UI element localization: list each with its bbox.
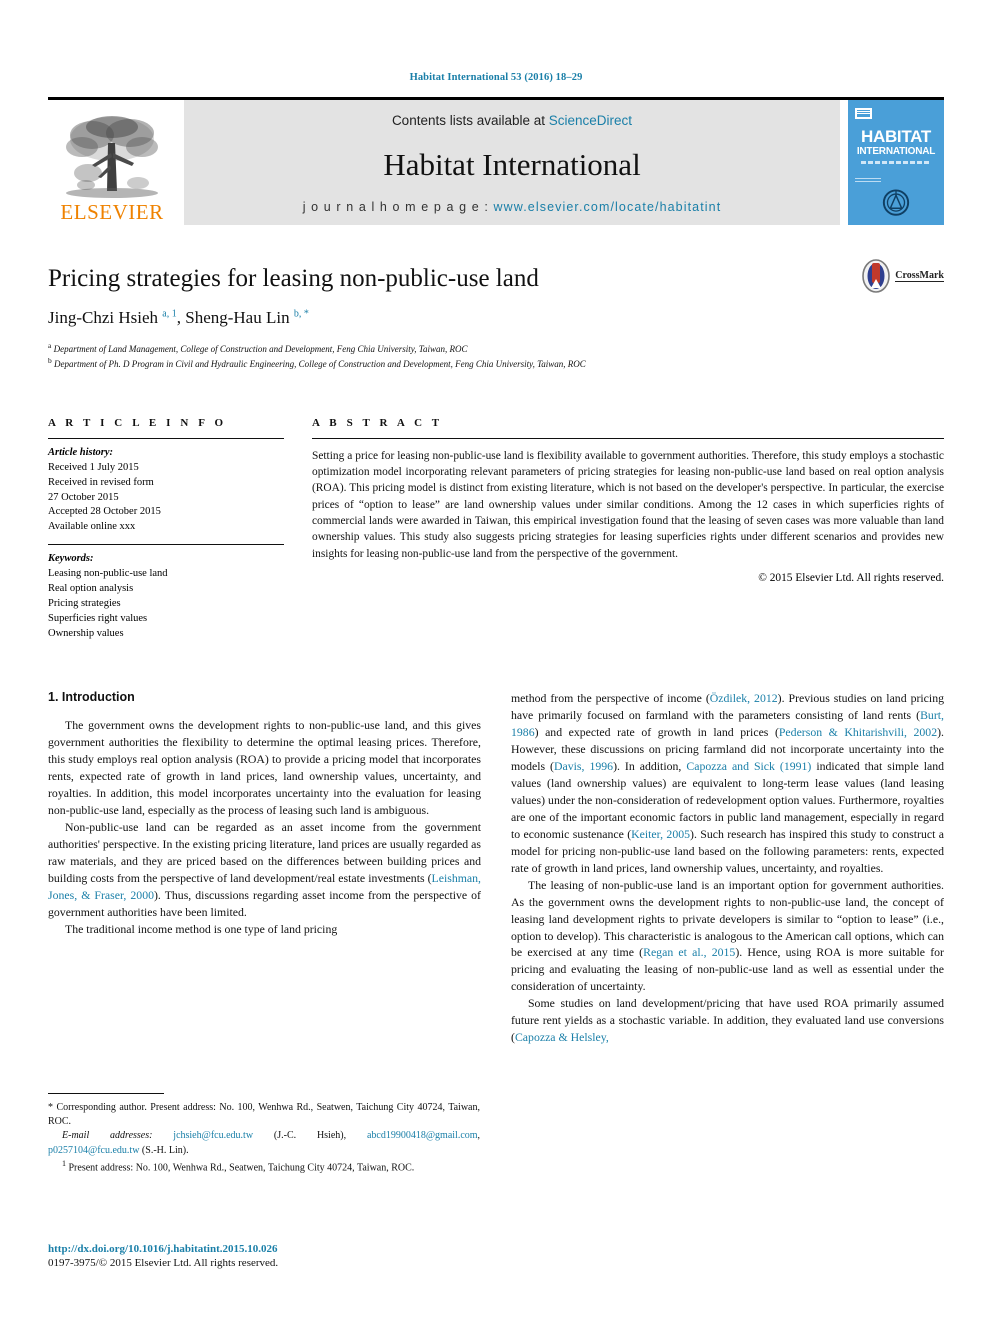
abstract-copyright: © 2015 Elsevier Ltd. All rights reserved… bbox=[758, 571, 944, 584]
keyword-item: Ownership values bbox=[48, 627, 124, 639]
citation-link[interactable]: Davis, 1996 bbox=[554, 759, 613, 773]
contents-available-line: Contents lists available at ScienceDirec… bbox=[392, 113, 632, 128]
citation-link[interactable]: Özdilek, 2012 bbox=[710, 691, 778, 705]
email-addresses-label: E-mail addresses: bbox=[62, 1130, 153, 1142]
footnote-present-address: 1 Present address: No. 100, Wenhwa Rd., … bbox=[48, 1158, 480, 1176]
affiliation-b: b Department of Ph. D Program in Civil a… bbox=[48, 355, 586, 369]
body-columns: 1. Introduction The government owns the … bbox=[48, 690, 944, 1047]
affiliation-list: a Department of Land Management, College… bbox=[48, 341, 944, 371]
keyword-item: Real option analysis bbox=[48, 583, 134, 595]
elsevier-logo[interactable]: ELSEVIER bbox=[48, 100, 176, 225]
journal-homepage-line: j o u r n a l h o m e p a g e : www.else… bbox=[303, 200, 722, 214]
citation-link[interactable]: Capozza and Sick (1991) bbox=[686, 759, 811, 773]
page-title: Pricing strategies for leasing non-publi… bbox=[48, 265, 539, 292]
affiliation-a-text: Department of Land Management, College o… bbox=[53, 343, 468, 354]
affiliation-a: a Department of Land Management, College… bbox=[48, 340, 468, 354]
keyword-item: Pricing strategies bbox=[48, 598, 121, 609]
email-link-1[interactable]: jchsieh@fcu.edu.tw bbox=[173, 1130, 253, 1141]
abstract-text: Setting a price for leasing non-public-u… bbox=[312, 449, 944, 560]
paragraph: method from the perspective of income (Ö… bbox=[511, 690, 945, 875]
body-column-right: method from the perspective of income (Ö… bbox=[511, 690, 944, 1047]
affiliation-b-text: Department of Ph. D Program in Civil and… bbox=[54, 358, 586, 369]
cover-edition-marks bbox=[855, 177, 881, 182]
paragraph: The traditional income method is one typ… bbox=[65, 921, 338, 936]
elsevier-wordmark: ELSEVIER bbox=[60, 200, 164, 224]
keyword-item: Leasing non-public-use land bbox=[48, 568, 168, 580]
paragraph: Non-public-use land can be regarded as a… bbox=[48, 819, 481, 919]
doi-link[interactable]: http://dx.doi.org/10.1016/j.habitatint.2… bbox=[48, 1243, 488, 1255]
body-column-left: 1. Introduction The government owns the … bbox=[48, 690, 481, 1047]
history-item: Available online xxx bbox=[48, 521, 136, 533]
footnote-rule bbox=[48, 1093, 164, 1094]
citation-link[interactable]: Leishman, Jones, & Fraser, 2000 bbox=[48, 871, 481, 902]
masthead-center: Contents lists available at ScienceDirec… bbox=[184, 100, 840, 225]
elsevier-tree-icon bbox=[66, 116, 158, 198]
article-info-column: A R T I C L E I N F O Article history: R… bbox=[48, 417, 284, 642]
sciencedirect-link[interactable]: ScienceDirect bbox=[549, 113, 632, 128]
issn-copyright: 0197-3975/© 2015 Elsevier Ltd. All right… bbox=[48, 1257, 279, 1269]
cover-emblem-icon bbox=[882, 189, 910, 216]
citation-link[interactable]: Regan et al., 2015 bbox=[643, 945, 735, 959]
citation-link[interactable]: Keiter, 2005 bbox=[631, 827, 690, 841]
present-address-text: Present address: No. 100, Wenhwa Rd., Se… bbox=[68, 1162, 415, 1174]
journal-homepage-label: j o u r n a l h o m e p a g e : bbox=[302, 200, 494, 214]
history-item: 27 October 2015 bbox=[48, 491, 119, 503]
abstract-column: A B S T R A C T Setting a price for leas… bbox=[312, 417, 944, 642]
footnote-corresponding-author: * Corresponding author. Present address:… bbox=[48, 1102, 480, 1128]
keyword-item: Superficies right values bbox=[48, 612, 148, 624]
cover-subtitle-rule bbox=[861, 161, 931, 164]
title-block: CrossMark Pricing strategies for leasing… bbox=[48, 259, 944, 371]
running-head: Habitat International 53 (2016) 18–29 bbox=[409, 72, 583, 83]
citation-link[interactable]: Pederson & Khitarishvili, 2002 bbox=[779, 725, 937, 739]
journal-homepage-link[interactable]: www.elsevier.com/locate/habitatint bbox=[494, 200, 722, 214]
author-list: Jing-Chzi Hsieh a, 1, Sheng-Hau Lin b, * bbox=[48, 307, 309, 327]
footnote-emails: E-mail addresses: jchsieh@fcu.edu.tw (J.… bbox=[48, 1130, 481, 1156]
footnote-block: * Corresponding author. Present address:… bbox=[48, 1093, 480, 1175]
keywords-block: Keywords: Leasing non-public-use land Re… bbox=[48, 545, 284, 641]
crossmark-icon bbox=[862, 259, 891, 293]
keywords-label: Keywords: bbox=[48, 553, 94, 565]
history-item: Received 1 July 2015 bbox=[48, 461, 139, 473]
contents-available-text: Contents lists available at bbox=[391, 113, 549, 128]
section-title-introduction: 1. Introduction bbox=[48, 689, 135, 704]
crossmark-label: CrossMark bbox=[895, 270, 944, 282]
paragraph: The leasing of non-public-use land is an… bbox=[511, 877, 944, 994]
journal-masthead: ELSEVIER Contents lists available at Sci… bbox=[48, 100, 944, 225]
paragraph: The government owns the development righ… bbox=[48, 717, 481, 817]
email-owner-1: (J.-C. Hsieh), bbox=[273, 1130, 347, 1142]
email-link-2[interactable]: abcd19900418@gmail.com bbox=[367, 1130, 478, 1141]
footnote-marker: 1 bbox=[62, 1158, 66, 1168]
citation-link[interactable]: Capozza & Helsley, bbox=[515, 1030, 609, 1044]
history-item: Accepted 28 October 2015 bbox=[48, 506, 161, 518]
info-abstract-row: A R T I C L E I N F O Article history: R… bbox=[48, 417, 944, 642]
abstract-heading: A B S T R A C T bbox=[312, 416, 443, 429]
article-history-block: Article history: Received 1 July 2015 Re… bbox=[48, 439, 284, 535]
paragraph: Some studies on land development/pricing… bbox=[511, 996, 944, 1045]
journal-title: Habitat International bbox=[383, 146, 641, 182]
history-item: Received in revised form bbox=[48, 476, 154, 488]
journal-cover-thumbnail[interactable]: HABITAT INTERNATIONAL bbox=[848, 100, 944, 225]
email-link-3[interactable]: p0257104@fcu.edu.tw bbox=[48, 1145, 139, 1156]
cover-badge-icon bbox=[855, 108, 872, 120]
article-history-label: Article history: bbox=[48, 446, 114, 458]
cover-title-line1: HABITAT bbox=[861, 127, 931, 147]
cover-title-line2: INTERNATIONAL bbox=[856, 146, 936, 158]
footer-doi-block: http://dx.doi.org/10.1016/j.habitatint.2… bbox=[48, 1243, 488, 1269]
article-info-heading: A R T I C L E I N F O bbox=[48, 416, 227, 429]
email-owner-3: (S.-H. Lin). bbox=[141, 1144, 189, 1156]
crossmark-badge[interactable]: CrossMark bbox=[861, 259, 944, 293]
article-page: Habitat International 53 (2016) 18–29 EL… bbox=[0, 0, 992, 1323]
